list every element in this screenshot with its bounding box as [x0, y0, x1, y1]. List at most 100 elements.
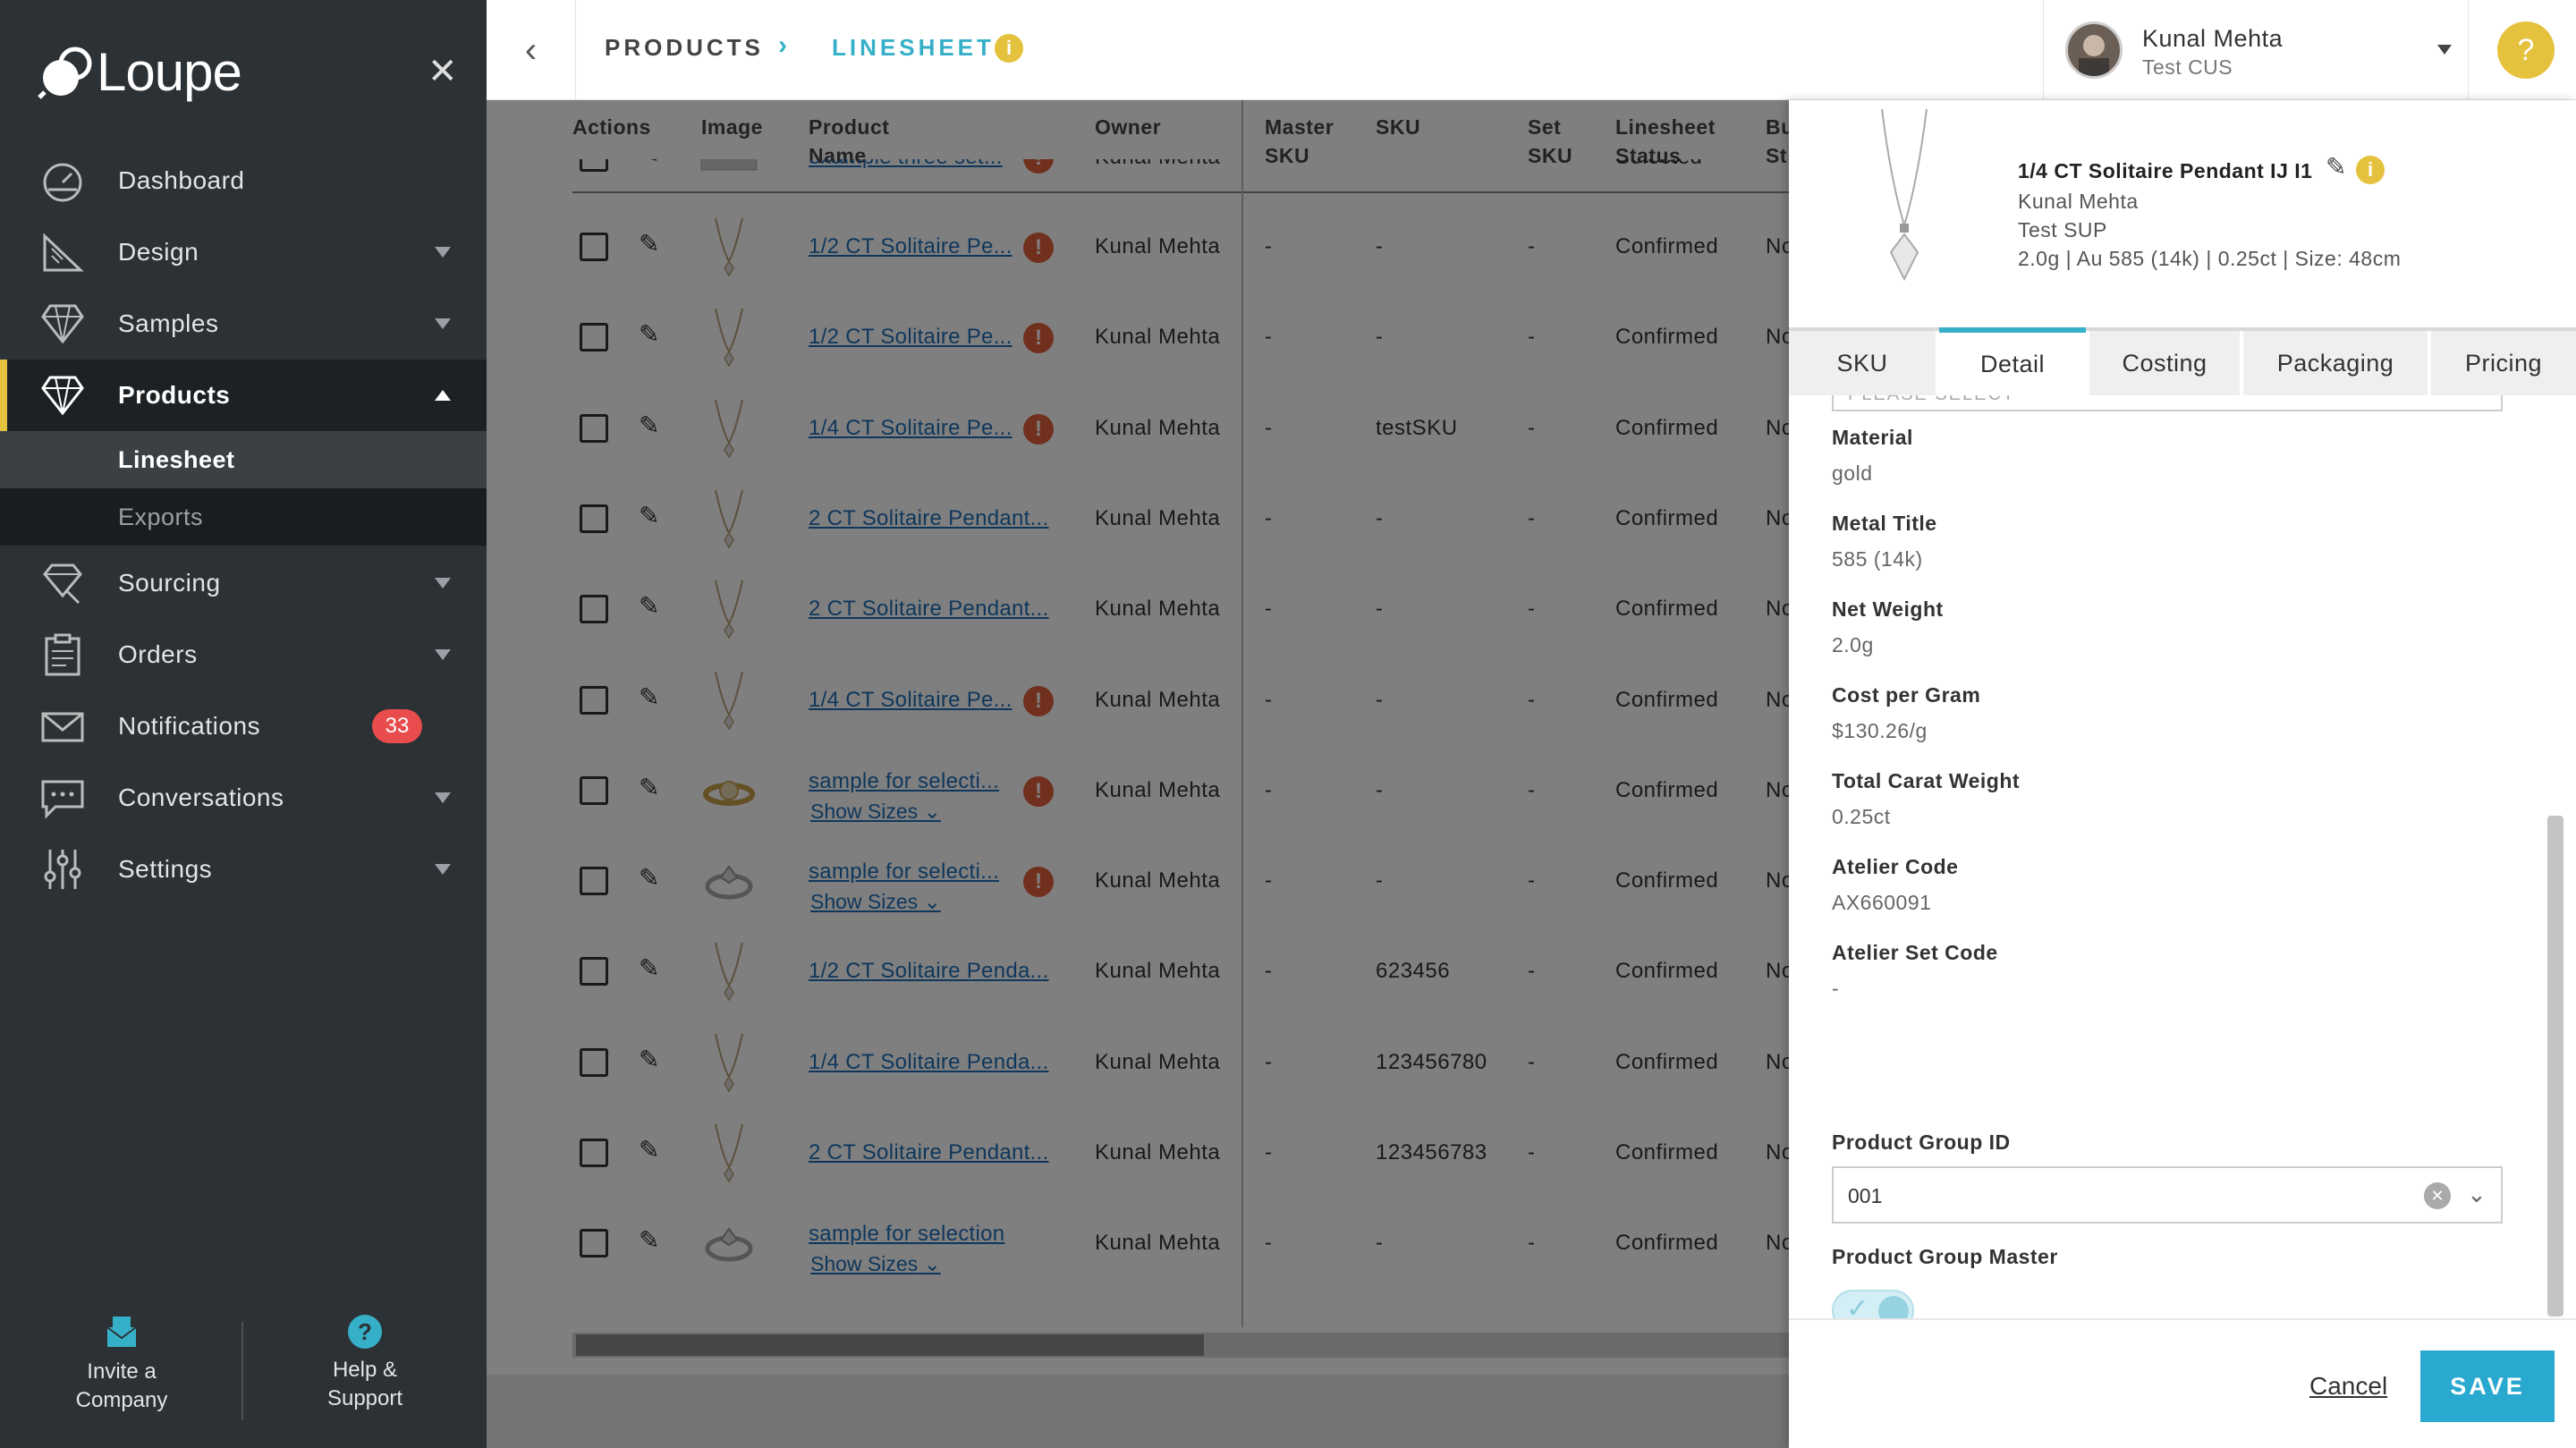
sidebar-item-design[interactable]: Design	[0, 216, 487, 288]
tab-costing[interactable]: Costing	[2089, 331, 2240, 395]
active-indicator	[0, 360, 7, 431]
caret-up-icon[interactable]	[435, 390, 451, 401]
product-group-id-value: 001	[1848, 1184, 1883, 1207]
caret-down-icon[interactable]	[435, 649, 451, 660]
clear-icon[interactable]: ✕	[2424, 1182, 2451, 1209]
back-button[interactable]: ‹	[487, 0, 576, 100]
top-bar: ‹ PRODUCTS › LINESHEET i Kunal Mehta Tes…	[487, 0, 2576, 100]
metal-title-label: Metal Title	[1832, 512, 1937, 535]
partial-select-placeholder: PLEASE SELECT	[1848, 395, 2015, 405]
products-diamond-icon	[41, 376, 84, 416]
pendant-product-image	[1881, 109, 1928, 282]
sidebar-item-label: Products	[118, 381, 231, 409]
loupe-logo[interactable]: Loupe	[36, 41, 242, 103]
product-group-id-label: Product Group ID	[1832, 1130, 2011, 1154]
tab-packaging[interactable]: Packaging	[2243, 331, 2428, 395]
design-ruler-icon	[43, 233, 84, 272]
caret-down-icon[interactable]	[435, 247, 451, 258]
product-supplier: Test SUP	[2018, 218, 2107, 241]
help-support-button[interactable]: ? Help & Support	[275, 1315, 454, 1413]
breadcrumb-linesheet: LINESHEET	[832, 34, 995, 61]
sidebar-subitem-exports[interactable]: Exports	[0, 488, 487, 546]
help-button[interactable]: ?	[2497, 21, 2555, 79]
product-owner: Kunal Mehta	[2018, 190, 2139, 213]
user-menu[interactable]: Kunal Mehta Test CUS	[2043, 0, 2469, 100]
sourcing-diamond-icon	[43, 563, 82, 605]
metal-title-value: 585 (14k)	[1832, 547, 1923, 571]
sidebar-item-products[interactable]: Products	[0, 360, 487, 431]
sidebar-item-label: Dashboard	[118, 166, 245, 194]
sidebar-item-dashboard[interactable]: Dashboard	[0, 145, 487, 216]
sidebar-item-label: Design	[118, 238, 199, 266]
user-org: Test CUS	[2142, 55, 2233, 79]
panel-footer: Cancel SAVE	[1789, 1318, 2576, 1448]
cost-per-gram-label: Cost per Gram	[1832, 683, 1981, 707]
save-button[interactable]: SAVE	[2420, 1351, 2555, 1422]
cost-per-gram-value: $130.26/g	[1832, 719, 1928, 742]
linesheet-info-icon[interactable]: i	[995, 34, 1023, 63]
invite-label-2: Company	[75, 1388, 168, 1412]
material-value: gold	[1832, 461, 1873, 485]
notifications-envelope-icon	[41, 712, 84, 742]
tab-detail[interactable]: Detail	[1939, 327, 2086, 395]
total-carat-weight-label: Total Carat Weight	[1832, 769, 2021, 792]
sidebar-subitem-label: Linesheet	[118, 445, 235, 473]
panel-scrollbar[interactable]	[2547, 816, 2563, 1317]
product-group-id-select[interactable]: 001 ✕ ⌄	[1832, 1166, 2503, 1224]
help-label-1: Help &	[332, 1358, 398, 1382]
sidebar-item-notifications[interactable]: Notifications 33	[0, 690, 487, 762]
help-label-2: Support	[326, 1386, 403, 1410]
invite-company-button[interactable]: Invite a Company	[32, 1315, 211, 1415]
atelier-set-code-label: Atelier Set Code	[1832, 941, 1998, 964]
product-info-icon[interactable]: i	[2356, 156, 2385, 184]
total-carat-weight-value: 0.25ct	[1832, 805, 1891, 828]
sidebar-subitem-label: Exports	[118, 503, 204, 530]
orders-clipboard-icon	[45, 633, 80, 676]
caret-down-icon[interactable]	[435, 864, 451, 875]
sidebar-item-sourcing[interactable]: Sourcing	[0, 547, 487, 619]
sidebar-item-settings[interactable]: Settings	[0, 834, 487, 905]
cancel-button[interactable]: Cancel	[2309, 1372, 2387, 1401]
sidebar-item-orders[interactable]: Orders	[0, 619, 487, 690]
sidebar-item-label: Orders	[118, 640, 198, 668]
invite-label-1: Invite a	[87, 1359, 157, 1384]
conversations-chat-icon	[41, 780, 84, 819]
partial-select-field[interactable]: PLEASE SELECT	[1832, 395, 2503, 411]
chevron-down-icon[interactable]: ⌄	[2467, 1181, 2487, 1208]
product-group-master-label: Product Group Master	[1832, 1245, 2058, 1268]
sidebar-subitem-linesheet[interactable]: Linesheet	[0, 431, 487, 488]
panel-tabs: SKU Detail Costing Packaging Pricing	[1789, 327, 2576, 395]
atelier-set-code-value: -	[1832, 977, 1840, 1000]
sidebar-item-conversations[interactable]: Conversations	[0, 762, 487, 834]
user-name: Kunal Mehta	[2142, 25, 2284, 52]
product-summary: 2.0g | Au 585 (14k) | 0.25ct | Size: 48c…	[2018, 247, 2402, 270]
notifications-badge: 33	[372, 709, 422, 743]
product-title: 1/4 CT Solitaire Pendant IJ I1	[2018, 159, 2313, 182]
close-sidebar-icon[interactable]: ✕	[428, 54, 458, 89]
net-weight-label: Net Weight	[1832, 597, 1944, 621]
sidebar-item-samples[interactable]: Samples	[0, 288, 487, 360]
app-name: Loupe	[97, 42, 242, 102]
product-detail-panel: 1/4 CT Solitaire Pendant IJ I1 ✎ i Kunal…	[1789, 100, 2576, 1448]
modal-backdrop[interactable]	[487, 100, 1789, 1448]
caret-down-icon[interactable]	[435, 792, 451, 803]
tab-sku[interactable]: SKU	[1789, 331, 1936, 395]
dashboard-gauge-icon	[43, 163, 82, 202]
caret-down-icon[interactable]	[435, 318, 451, 329]
sidebar-item-label: Samples	[118, 309, 219, 337]
net-weight-value: 2.0g	[1832, 633, 1874, 656]
avatar	[2065, 21, 2123, 79]
chevron-left-icon: ‹	[524, 30, 538, 70]
help-circle-icon: ?	[348, 1315, 382, 1349]
detail-form: PLEASE SELECT Material gold Metal Title 585…	[1789, 395, 2576, 1415]
invite-envelope-icon	[106, 1317, 137, 1347]
atelier-code-label: Atelier Code	[1832, 855, 1959, 878]
settings-sliders-icon	[44, 850, 81, 889]
tab-pricing[interactable]: Pricing	[2431, 331, 2576, 395]
breadcrumb-products[interactable]: PRODUCTS	[605, 34, 764, 62]
caret-down-icon[interactable]	[435, 578, 451, 589]
edit-pencil-icon[interactable]: ✎	[2326, 152, 2346, 182]
loupe-logo-icon	[38, 47, 92, 99]
atelier-code-value: AX660091	[1832, 891, 1932, 914]
sidebar-item-label: Notifications	[118, 712, 261, 740]
